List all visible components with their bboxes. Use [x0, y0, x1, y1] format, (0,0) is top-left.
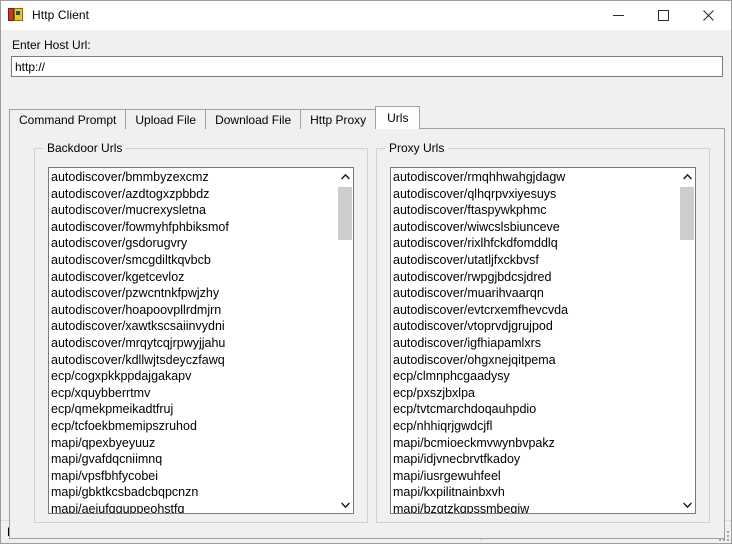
chevron-down-icon	[341, 501, 350, 508]
proxy-urls-items: autodiscover/rmqhhwahgjdagw autodiscover/…	[391, 168, 678, 513]
proxy-urls-group: Proxy Urls autodiscover/rmqhhwahgjdagw au…	[376, 141, 710, 523]
host-url-input[interactable]	[11, 56, 723, 77]
proxy-urls-title: Proxy Urls	[385, 141, 449, 155]
proxy-urls-scrollbar[interactable]	[678, 168, 695, 513]
window-controls	[596, 1, 731, 29]
list-item[interactable]: mapi/aeiufqguppeohstfq	[51, 501, 336, 513]
maximize-icon	[658, 9, 669, 21]
list-item[interactable]: autodiscover/hoapoovpllrdmjrn	[51, 302, 336, 319]
client-area: Enter Host Url: Command Prompt Upload Fi…	[1, 30, 731, 539]
chevron-down-icon	[683, 501, 692, 508]
chevron-up-icon	[683, 173, 692, 180]
tab-label: Upload File	[135, 112, 197, 127]
list-item[interactable]: mapi/gvafdqcniimnq	[51, 451, 336, 468]
list-item[interactable]: autodiscover/ohgxnejqitpema	[393, 352, 678, 369]
list-item[interactable]: autodiscover/ftaspywkphmc	[393, 202, 678, 219]
list-item[interactable]: autodiscover/azdtogxzpbbdz	[51, 186, 336, 203]
urls-tab-page: Backdoor Urls autodiscover/bmmbyzexcmz au…	[9, 128, 725, 539]
backdoor-urls-listbox[interactable]: autodiscover/bmmbyzexcmz autodiscover/azd…	[48, 167, 354, 514]
list-item[interactable]: ecp/qmekpmeikadtfruj	[51, 401, 336, 418]
scroll-down-button[interactable]	[679, 496, 695, 513]
scroll-up-button[interactable]	[337, 168, 353, 185]
tab-label: Command Prompt	[19, 112, 117, 127]
backdoor-urls-group: Backdoor Urls autodiscover/bmmbyzexcmz au…	[34, 141, 368, 523]
backdoor-urls-items: autodiscover/bmmbyzexcmz autodiscover/azd…	[49, 168, 336, 513]
list-item[interactable]: autodiscover/kgetcevloz	[51, 269, 336, 286]
tab-label: Http Proxy	[310, 112, 367, 127]
scroll-thumb[interactable]	[338, 187, 352, 240]
list-item[interactable]: mapi/idjvnecbrvtfkadoy	[393, 451, 678, 468]
scroll-up-button[interactable]	[679, 168, 695, 185]
list-item[interactable]: autodiscover/gsdorugvry	[51, 235, 336, 252]
scroll-down-button[interactable]	[337, 496, 353, 513]
window-title: Http Client	[32, 8, 90, 22]
minimize-button[interactable]	[596, 1, 641, 29]
list-item[interactable]: ecp/clmnphcgaadysy	[393, 368, 678, 385]
list-item[interactable]: autodiscover/vtoprvdjgrujpod	[393, 318, 678, 335]
list-item[interactable]: autodiscover/rixlhfckdfomddlq	[393, 235, 678, 252]
minimize-icon	[613, 14, 624, 16]
backdoor-urls-title: Backdoor Urls	[43, 141, 127, 155]
close-icon	[703, 9, 714, 21]
host-url-label: Enter Host Url:	[12, 38, 91, 52]
close-button[interactable]	[686, 1, 731, 29]
list-item[interactable]: autodiscover/pzwcntnkfpwjzhy	[51, 285, 336, 302]
http-client-window: Http Client Enter Host Url: http:// Comm…	[0, 0, 732, 544]
tab-command-prompt[interactable]: Command Prompt	[9, 109, 127, 129]
list-item[interactable]: autodiscover/muarihvaarqn	[393, 285, 678, 302]
list-item[interactable]: ecp/tvtcmarchdoqauhpdio	[393, 401, 678, 418]
tab-download-file[interactable]: Download File	[205, 109, 302, 129]
scroll-thumb[interactable]	[680, 187, 694, 240]
list-item[interactable]: autodiscover/kdllwjtsdeyczfawq	[51, 352, 336, 369]
tab-strip: Command Prompt Upload File Download File…	[9, 106, 725, 129]
list-item[interactable]: autodiscover/rwpgjbdcsjdred	[393, 269, 678, 286]
list-item[interactable]: autodiscover/mrqytcqjrpwyjjahu	[51, 335, 336, 352]
list-item[interactable]: mapi/qpexbyeyuuz	[51, 435, 336, 452]
list-item[interactable]: mapi/vpsfbhfycobei	[51, 468, 336, 485]
scroll-track[interactable]	[337, 185, 353, 496]
list-item[interactable]: mapi/kxpilitnainbxvh	[393, 484, 678, 501]
chevron-up-icon	[341, 173, 350, 180]
title-bar: Http Client	[1, 1, 731, 30]
list-item[interactable]: autodiscover/rmqhhwahgjdagw	[393, 169, 678, 186]
list-item[interactable]: mapi/bzqtzkqpssmbegiw	[393, 501, 678, 513]
backdoor-urls-scrollbar[interactable]	[336, 168, 353, 513]
list-item[interactable]: autodiscover/wiwcslsbiunceve	[393, 219, 678, 236]
tab-label: Urls	[387, 111, 409, 125]
tab-http-proxy[interactable]: Http Proxy	[300, 109, 377, 129]
scroll-track[interactable]	[679, 185, 695, 496]
list-item[interactable]: ecp/pxszjbxlpa	[393, 385, 678, 402]
list-item[interactable]: autodiscover/bmmbyzexcmz	[51, 169, 336, 186]
list-item[interactable]: autodiscover/utatljfxckbvsf	[393, 252, 678, 269]
tab-urls[interactable]: Urls	[375, 106, 421, 129]
tab-label: Download File	[215, 112, 292, 127]
app-icon	[8, 7, 24, 23]
list-item[interactable]: ecp/xquybberrtmv	[51, 385, 336, 402]
list-item[interactable]: autodiscover/smcgdiltkqvbcb	[51, 252, 336, 269]
list-item[interactable]: autodiscover/igfhiapamlxrs	[393, 335, 678, 352]
maximize-button[interactable]	[641, 1, 686, 29]
list-item[interactable]: autodiscover/evtcrxemfhevcvda	[393, 302, 678, 319]
tab-upload-file[interactable]: Upload File	[125, 109, 207, 129]
list-item[interactable]: mapi/iusrgewuhfeel	[393, 468, 678, 485]
list-item[interactable]: ecp/nhhiqrjgwdcjfl	[393, 418, 678, 435]
list-item[interactable]: ecp/cogxpkkppdajgakapv	[51, 368, 336, 385]
list-item[interactable]: autodiscover/fowmyhfphbiksmof	[51, 219, 336, 236]
list-item[interactable]: ecp/tcfoekbmemipszruhod	[51, 418, 336, 435]
list-item[interactable]: mapi/gbktkcsbadcbqpcnzn	[51, 484, 336, 501]
list-item[interactable]: autodiscover/xawtkscsaiinvydni	[51, 318, 336, 335]
list-item[interactable]: mapi/bcmioeckmvwynbvpakz	[393, 435, 678, 452]
list-item[interactable]: autodiscover/mucrexysletna	[51, 202, 336, 219]
proxy-urls-listbox[interactable]: autodiscover/rmqhhwahgjdagw autodiscover/…	[390, 167, 696, 514]
list-item[interactable]: autodiscover/qlhqrpvxiyesuys	[393, 186, 678, 203]
